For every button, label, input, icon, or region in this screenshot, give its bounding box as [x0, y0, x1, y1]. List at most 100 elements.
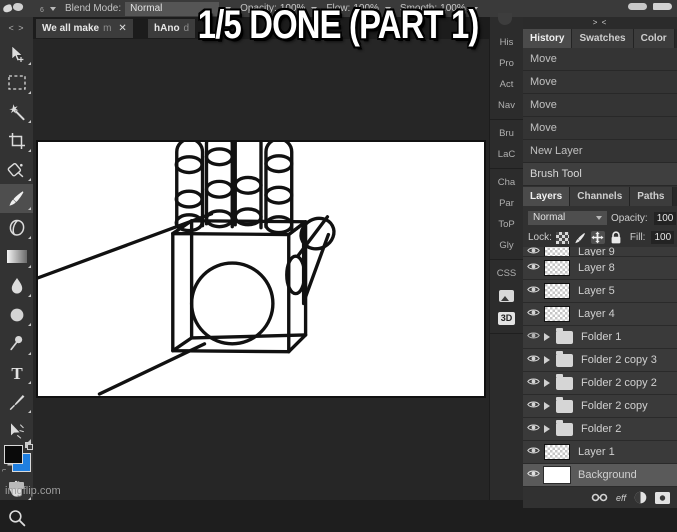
strip-tab-navigator[interactable]: Nav [490, 95, 523, 116]
strip-tab-layer-comps[interactable]: LaC [490, 144, 523, 165]
marquee-tool[interactable] [0, 68, 33, 97]
airbrush-toggle-icon[interactable] [628, 3, 647, 10]
path-select-tool[interactable] [0, 416, 33, 445]
lock-position-icon[interactable] [590, 231, 605, 244]
strip-tab-3d[interactable]: 3D [490, 307, 523, 330]
history-item[interactable]: Move [523, 48, 677, 71]
history-item[interactable]: New Layer [523, 140, 677, 163]
history-item[interactable]: Move [523, 117, 677, 140]
layer-group-row[interactable]: Folder 1 [523, 326, 677, 349]
layer-visibility-icon[interactable] [527, 377, 540, 389]
zoom-tool[interactable] [0, 503, 33, 532]
strip-tab-image-icon[interactable] [490, 284, 523, 307]
smooth-value[interactable]: 100% [440, 3, 466, 14]
layer-visibility-icon[interactable] [527, 469, 540, 481]
layer-visibility-icon[interactable] [527, 308, 540, 320]
layer-thumbnail[interactable] [544, 283, 570, 299]
lock-transparent-icon[interactable] [555, 231, 569, 244]
tab-history[interactable]: History [523, 29, 573, 48]
layer-visibility-icon[interactable] [527, 446, 540, 458]
strip-tab-actions[interactable]: Act [490, 74, 523, 95]
layer-group-row[interactable]: Folder 2 copy 2 [523, 372, 677, 395]
layer-visibility-icon[interactable] [527, 285, 540, 297]
clone-stamp-tool[interactable] [0, 329, 33, 358]
strip-tab-tool-presets[interactable]: ToP [490, 214, 523, 235]
brush-preset-picker[interactable] [0, 0, 34, 17]
crop-tool[interactable] [0, 126, 33, 155]
strip-tab-paragraph[interactable]: Par [490, 193, 523, 214]
strip-tab-properties[interactable]: Pro [490, 53, 523, 74]
brush-tool[interactable] [0, 184, 33, 213]
layer-thumbnail[interactable] [543, 466, 571, 484]
tab-color[interactable]: Color [633, 29, 675, 48]
layer-row[interactable]: Layer 1 [523, 441, 677, 464]
layer-visibility-icon[interactable] [527, 423, 540, 435]
move-tool[interactable] [0, 39, 33, 68]
layer-row[interactable]: Layer 5 [523, 280, 677, 303]
document-tab-1[interactable]: We all make m ✕ [36, 19, 133, 38]
group-expand-chevron-right-icon[interactable] [544, 333, 552, 341]
group-expand-chevron-right-icon[interactable] [544, 402, 552, 410]
blend-mode-chevron-down-icon[interactable] [225, 6, 232, 11]
layer-opacity-input[interactable]: 100 [653, 211, 677, 225]
layer-row[interactable]: Layer 9 [523, 247, 677, 257]
document-tab-2[interactable]: hAno d [148, 19, 196, 38]
history-item[interactable]: Move [523, 94, 677, 117]
lock-pixels-icon[interactable] [573, 231, 587, 244]
canvas-document[interactable] [36, 140, 486, 398]
dodge-tool[interactable] [0, 300, 33, 329]
layer-visibility-icon[interactable] [527, 247, 540, 256]
tab-swatches[interactable]: Swatches [572, 29, 634, 48]
layer-visibility-icon[interactable] [527, 400, 540, 412]
layer-thumbnail[interactable] [544, 444, 570, 460]
strip-tab-glyphs[interactable]: Gly [490, 235, 523, 256]
layer-fill-input[interactable]: 100 [651, 231, 675, 244]
brush-size-chevron-down-icon[interactable] [50, 6, 56, 11]
strip-tab-history[interactable]: His [490, 32, 523, 53]
group-expand-chevron-right-icon[interactable] [544, 379, 552, 387]
blur-tool[interactable] [0, 271, 33, 300]
foreground-color-swatch[interactable] [4, 445, 23, 464]
dock-collapse-handle[interactable]: > < [523, 17, 677, 29]
blend-mode-select[interactable]: Normal [125, 1, 220, 16]
tabbar-collapse-handle[interactable]: < > [0, 17, 33, 39]
history-item-current[interactable]: Brush Tool [523, 163, 677, 186]
document-tab-1-close-icon[interactable]: ✕ [118, 23, 126, 34]
tab-channels[interactable]: Channels [570, 187, 631, 206]
layer-row[interactable]: Layer 4 [523, 303, 677, 326]
flow-value[interactable]: 100% [353, 3, 379, 14]
layer-group-row[interactable]: Folder 2 [523, 418, 677, 441]
layer-group-row[interactable]: Folder 2 copy 3 [523, 349, 677, 372]
patch-tool[interactable] [0, 155, 33, 184]
layer-thumbnail[interactable] [544, 260, 570, 276]
layer-row[interactable]: Layer 8 [523, 257, 677, 280]
layer-row-background[interactable]: Background [523, 464, 677, 487]
strip-tab-css[interactable]: CSS [490, 263, 523, 284]
layer-visibility-icon[interactable] [527, 262, 540, 274]
strip-tab-character[interactable]: Cha [490, 172, 523, 193]
layer-mask-icon[interactable] [655, 491, 670, 504]
group-expand-chevron-right-icon[interactable] [544, 425, 552, 433]
eraser-tool[interactable] [0, 213, 33, 242]
layer-group-row[interactable]: Folder 2 copy [523, 395, 677, 418]
layer-visibility-icon[interactable] [527, 331, 540, 343]
history-item[interactable]: Move [523, 71, 677, 94]
opacity-value[interactable]: 100% [280, 3, 306, 14]
pressure-toggle-icon[interactable] [653, 3, 672, 10]
gradient-tool[interactable] [0, 242, 33, 271]
tab-paths[interactable]: Paths [630, 187, 673, 206]
color-swatches[interactable]: ⌐ [2, 442, 33, 474]
layer-blend-mode-select[interactable]: Normal [528, 211, 607, 225]
pen-tool[interactable] [0, 387, 33, 416]
flow-chevron-down-icon[interactable] [384, 6, 391, 11]
smooth-chevron-down-icon[interactable] [471, 6, 478, 11]
adjustment-layer-icon[interactable] [634, 491, 647, 504]
layer-thumbnail[interactable] [544, 247, 570, 256]
group-expand-chevron-right-icon[interactable] [544, 356, 552, 364]
layer-thumbnail[interactable] [544, 306, 570, 322]
strip-tab-brushes[interactable]: Bru [490, 123, 523, 144]
effects-icon[interactable]: eff [616, 493, 626, 503]
reset-colors-icon[interactable]: ⌐ [2, 467, 6, 474]
swap-colors-icon[interactable] [25, 442, 33, 450]
layer-visibility-icon[interactable] [527, 354, 540, 366]
